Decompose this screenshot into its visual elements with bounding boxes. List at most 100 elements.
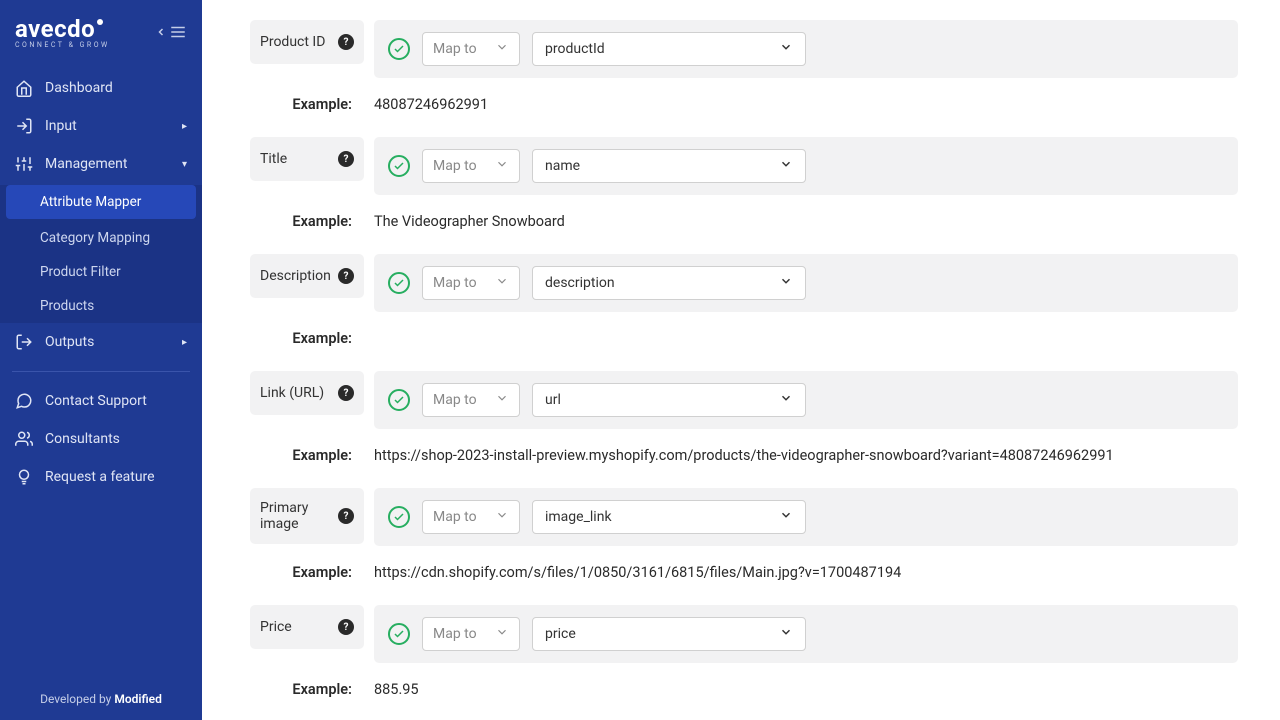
chevron-down-icon <box>495 391 509 409</box>
help-icon[interactable]: ? <box>338 385 354 401</box>
nav-contact-support[interactable]: Contact Support <box>0 382 202 420</box>
chevron-right-icon: ▸ <box>182 337 187 348</box>
field-controls: Map to productId <box>374 20 1238 78</box>
status-ok-icon <box>388 623 410 645</box>
chevron-down-icon <box>779 625 793 643</box>
help-icon[interactable]: ? <box>338 34 354 50</box>
field-label-box: Link (URL) ? <box>250 371 364 415</box>
field-controls: Map to price <box>374 605 1238 663</box>
chat-icon <box>15 392 33 410</box>
sliders-icon <box>15 155 33 173</box>
map-to-select[interactable]: Map to <box>422 383 520 417</box>
map-to-select[interactable]: Map to <box>422 32 520 66</box>
users-icon <box>15 430 33 448</box>
brand-tagline: CONNECT & GROW <box>15 41 110 49</box>
status-ok-icon <box>388 272 410 294</box>
sidebar: avecdo CONNECT & GROW Dashboard Input ▸ … <box>0 0 202 720</box>
attribute-select[interactable]: price <box>532 617 806 651</box>
chevron-down-icon <box>495 274 509 292</box>
logo-area: avecdo CONNECT & GROW <box>0 0 202 59</box>
nav-label: Input <box>45 118 77 134</box>
example-row: Example: The Videographer Snowboard <box>250 201 1238 254</box>
input-icon <box>15 117 33 135</box>
nav-attribute-mapper[interactable]: Attribute Mapper <box>6 185 196 219</box>
nav-consultants[interactable]: Consultants <box>0 420 202 458</box>
chevron-down-icon: ▾ <box>182 159 187 170</box>
field-row-title: Title ? Map to name <box>250 137 1238 195</box>
field-row-link: Link (URL) ? Map to url <box>250 371 1238 429</box>
example-row: Example: 48087246962991 <box>250 84 1238 137</box>
logo: avecdo CONNECT & GROW <box>15 15 110 49</box>
field-label-box: Price ? <box>250 605 364 649</box>
nav-label: Consultants <box>45 431 120 447</box>
field-row-primary-image: Primary image ? Map to image_link <box>250 488 1238 546</box>
example-label: Example: <box>250 447 374 464</box>
map-to-select[interactable]: Map to <box>422 500 520 534</box>
example-label: Example: <box>250 564 374 581</box>
nav-outputs[interactable]: Outputs ▸ <box>0 323 202 361</box>
nav-input[interactable]: Input ▸ <box>0 107 202 145</box>
nav-label: Contact Support <box>45 393 147 409</box>
field-label: Description <box>260 268 332 284</box>
nav-product-filter[interactable]: Product Filter <box>0 255 202 289</box>
chevron-right-icon: ▸ <box>182 121 187 132</box>
status-ok-icon <box>388 506 410 528</box>
chevron-down-icon <box>779 274 793 292</box>
example-row: Example: <box>250 318 1238 371</box>
field-label-box: Primary image ? <box>250 488 364 544</box>
example-value: https://shop-2023-install-preview.myshop… <box>374 447 1238 464</box>
example-value: 885.95 <box>374 681 1238 698</box>
example-row: Example: https://cdn.shopify.com/s/files… <box>250 552 1238 605</box>
example-label: Example: <box>250 213 374 230</box>
footer: Developed by Modified <box>0 678 202 720</box>
nav-label: Outputs <box>45 334 94 350</box>
attribute-select[interactable]: url <box>532 383 806 417</box>
example-value: 48087246962991 <box>374 96 1238 113</box>
help-icon[interactable]: ? <box>338 268 354 284</box>
chevron-down-icon <box>495 157 509 175</box>
example-row: Example: 885.95 <box>250 669 1238 720</box>
map-to-select[interactable]: Map to <box>422 617 520 651</box>
nav-management-submenu: Attribute Mapper Category Mapping Produc… <box>0 185 202 323</box>
nav-dashboard[interactable]: Dashboard <box>0 69 202 107</box>
nav-category-mapping[interactable]: Category Mapping <box>0 221 202 255</box>
field-label: Link (URL) <box>260 385 332 401</box>
example-value: The Videographer Snowboard <box>374 213 1238 230</box>
logo-dot-icon <box>97 19 103 25</box>
help-icon[interactable]: ? <box>338 508 354 524</box>
field-label: Price <box>260 619 332 635</box>
attribute-select[interactable]: description <box>532 266 806 300</box>
chevron-down-icon <box>495 508 509 526</box>
example-label: Example: <box>250 330 374 347</box>
field-label: Primary image <box>260 500 332 532</box>
help-icon[interactable]: ? <box>338 619 354 635</box>
nav-management[interactable]: Management ▾ <box>0 145 202 183</box>
divider <box>12 371 190 372</box>
field-controls: Map to name <box>374 137 1238 195</box>
field-label-box: Title ? <box>250 137 364 181</box>
output-icon <box>15 333 33 351</box>
map-to-select[interactable]: Map to <box>422 266 520 300</box>
chevron-down-icon <box>779 40 793 58</box>
field-row-product-id: Product ID ? Map to productId <box>250 20 1238 78</box>
example-row: Example: https://shop-2023-install-previ… <box>250 435 1238 488</box>
status-ok-icon <box>388 155 410 177</box>
sidebar-collapse-button[interactable] <box>155 23 187 41</box>
chevron-down-icon <box>779 508 793 526</box>
nav: Dashboard Input ▸ Management ▾ Attribute… <box>0 59 202 678</box>
nav-products[interactable]: Products <box>0 289 202 323</box>
nav-request-feature[interactable]: Request a feature <box>0 458 202 496</box>
attribute-select[interactable]: productId <box>532 32 806 66</box>
chevron-down-icon <box>779 157 793 175</box>
field-controls: Map to description <box>374 254 1238 312</box>
attribute-select[interactable]: image_link <box>532 500 806 534</box>
field-row-description: Description ? Map to description <box>250 254 1238 312</box>
status-ok-icon <box>388 38 410 60</box>
help-icon[interactable]: ? <box>338 151 354 167</box>
attribute-select[interactable]: name <box>532 149 806 183</box>
map-to-select[interactable]: Map to <box>422 149 520 183</box>
field-label: Title <box>260 151 332 167</box>
field-label-box: Product ID ? <box>250 20 364 64</box>
chevron-down-icon <box>495 40 509 58</box>
example-value: https://cdn.shopify.com/s/files/1/0850/3… <box>374 564 1238 581</box>
